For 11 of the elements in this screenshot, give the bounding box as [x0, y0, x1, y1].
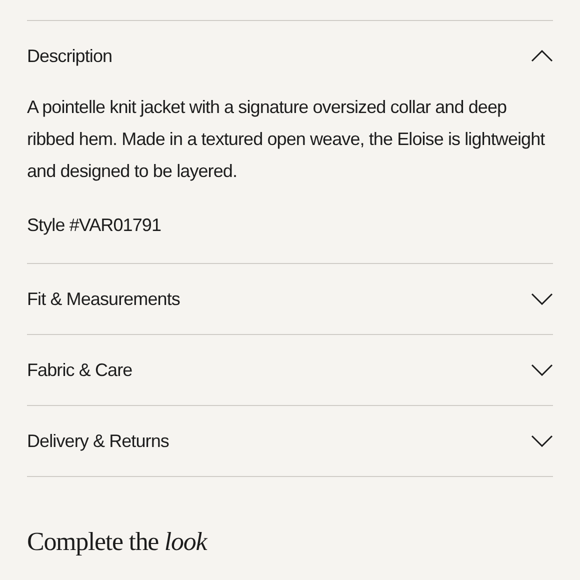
chevron-down-icon	[531, 293, 553, 305]
chevron-down-icon	[531, 364, 553, 376]
chevron-down-icon	[531, 435, 553, 447]
description-text: A pointelle knit jacket with a signature oversized collar and deep ribbed hem. Made in a textured open weave, the Eloise is lightweight and designed to be layered.	[27, 96, 546, 183]
section-heading: Complete the look	[27, 529, 209, 555]
chevron-up-icon	[531, 50, 553, 62]
accordion-header[interactable]: Fit & Measurements	[27, 264, 553, 334]
accordion-header[interactable]: Description	[27, 21, 553, 91]
accordion-header[interactable]: Delivery & Returns	[27, 406, 553, 476]
accordion-header[interactable]: Fabric & Care	[27, 335, 553, 405]
style-number: Style #VAR01791	[27, 214, 162, 237]
